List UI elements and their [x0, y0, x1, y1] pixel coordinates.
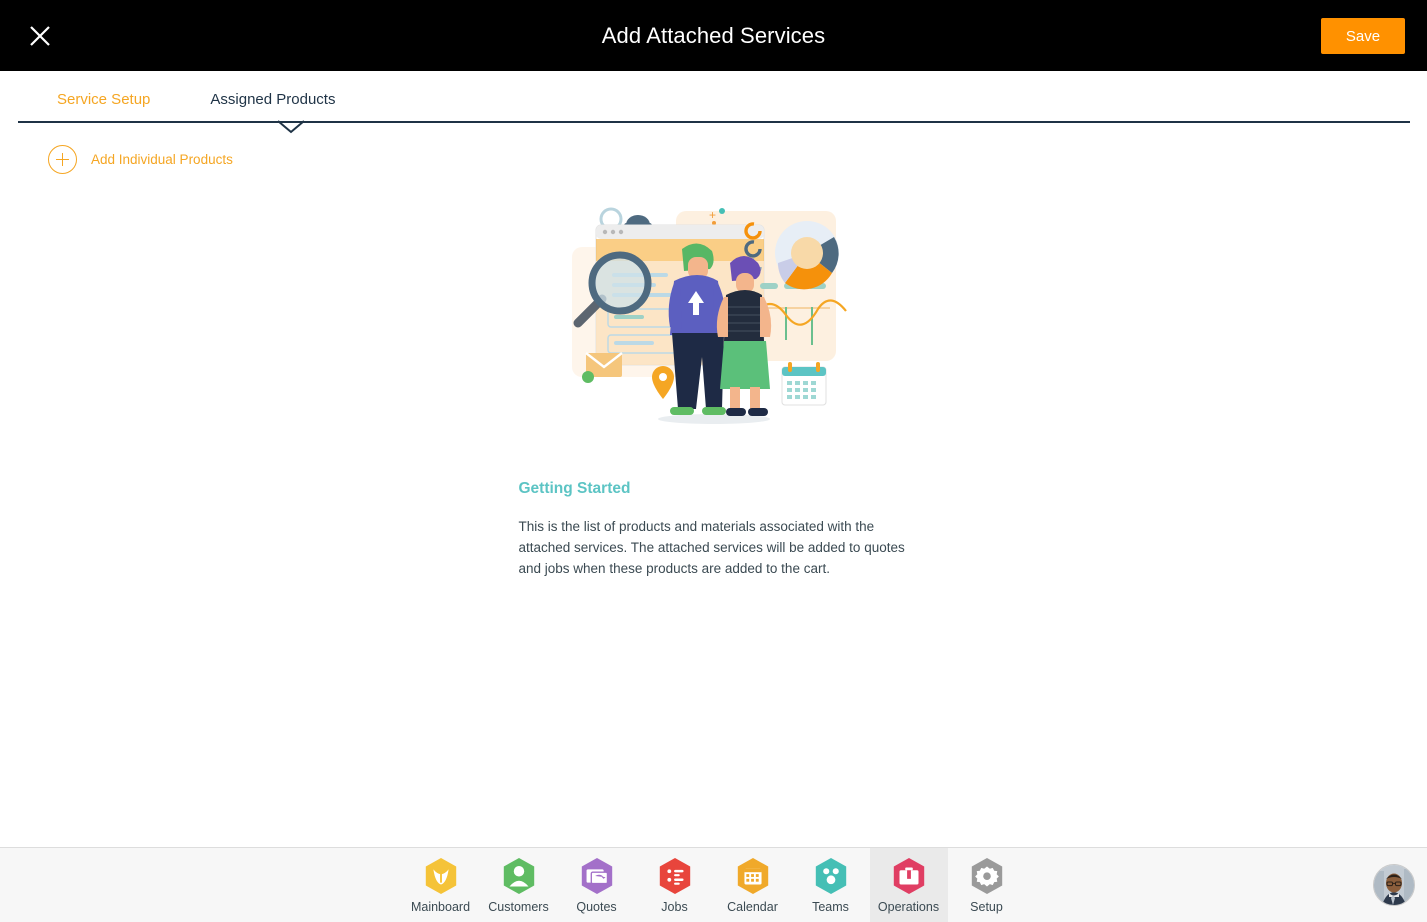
nav-label-quotes: Quotes	[576, 900, 617, 914]
header-bar: Add Attached Services Save	[0, 0, 1427, 71]
tab-list: Service Setup Assigned Products	[0, 91, 335, 108]
chevron-down-icon	[274, 120, 308, 134]
add-individual-products-button[interactable]: Add Individual Products	[48, 145, 233, 174]
nav-label-mainboard: Mainboard	[410, 900, 471, 914]
quotes-icon	[581, 857, 612, 895]
nav-item-list: Mainboard Customers Quotes Jobs Calendar…	[0, 848, 1427, 922]
calendar-icon	[737, 857, 768, 895]
tab-service-setup[interactable]: Service Setup	[57, 91, 150, 108]
plus-circle-icon	[48, 145, 77, 174]
nav-item-mainboard[interactable]: Mainboard	[402, 848, 480, 922]
nav-item-jobs[interactable]: Jobs	[636, 848, 714, 922]
getting-started-body: This is the list of products and materia…	[518, 519, 905, 576]
nav-label-operations: Operations	[877, 900, 940, 914]
nav-label-customers: Customers	[488, 900, 549, 914]
setup-gear-icon	[971, 857, 1002, 895]
add-attached-services-screen: Add Attached Services Save Service Setup…	[0, 0, 1427, 922]
nav-label-calendar: Calendar	[727, 900, 778, 914]
jobs-icon	[659, 857, 690, 895]
nav-label-setup: Setup	[970, 900, 1003, 914]
nav-label-teams: Teams	[812, 900, 849, 914]
bottom-navigation-bar: Mainboard Customers Quotes Jobs Calendar…	[0, 847, 1427, 922]
nav-item-customers[interactable]: Customers	[480, 848, 558, 922]
user-avatar[interactable]	[1373, 864, 1415, 906]
nav-label-jobs: Jobs	[661, 900, 688, 914]
empty-state: + Getting Started This is the list of pr…	[0, 195, 1427, 579]
nav-item-setup[interactable]: Setup	[948, 848, 1026, 922]
add-individual-products-label: Add Individual Products	[91, 152, 233, 167]
getting-started-title: Getting Started	[518, 480, 631, 497]
tab-underline	[18, 121, 1410, 123]
save-button[interactable]: Save	[1321, 18, 1405, 54]
nav-item-quotes[interactable]: Quotes	[558, 848, 636, 922]
page-title: Add Attached Services	[601, 22, 826, 48]
mainboard-icon	[425, 857, 456, 895]
team-analytics-illustration: +	[571, 207, 847, 424]
getting-started-block: Getting Started This is the list of prod…	[519, 480, 909, 579]
customers-icon	[503, 857, 534, 895]
operations-icon	[893, 857, 924, 895]
nav-item-operations[interactable]: Operations	[869, 848, 948, 922]
teams-icon	[815, 857, 846, 895]
tab-bar: Service Setup Assigned Products	[0, 71, 1427, 123]
nav-item-teams[interactable]: Teams	[792, 848, 870, 922]
tab-assigned-products[interactable]: Assigned Products	[210, 91, 335, 108]
nav-item-calendar[interactable]: Calendar	[714, 848, 792, 922]
svg-text:+: +	[709, 208, 716, 222]
